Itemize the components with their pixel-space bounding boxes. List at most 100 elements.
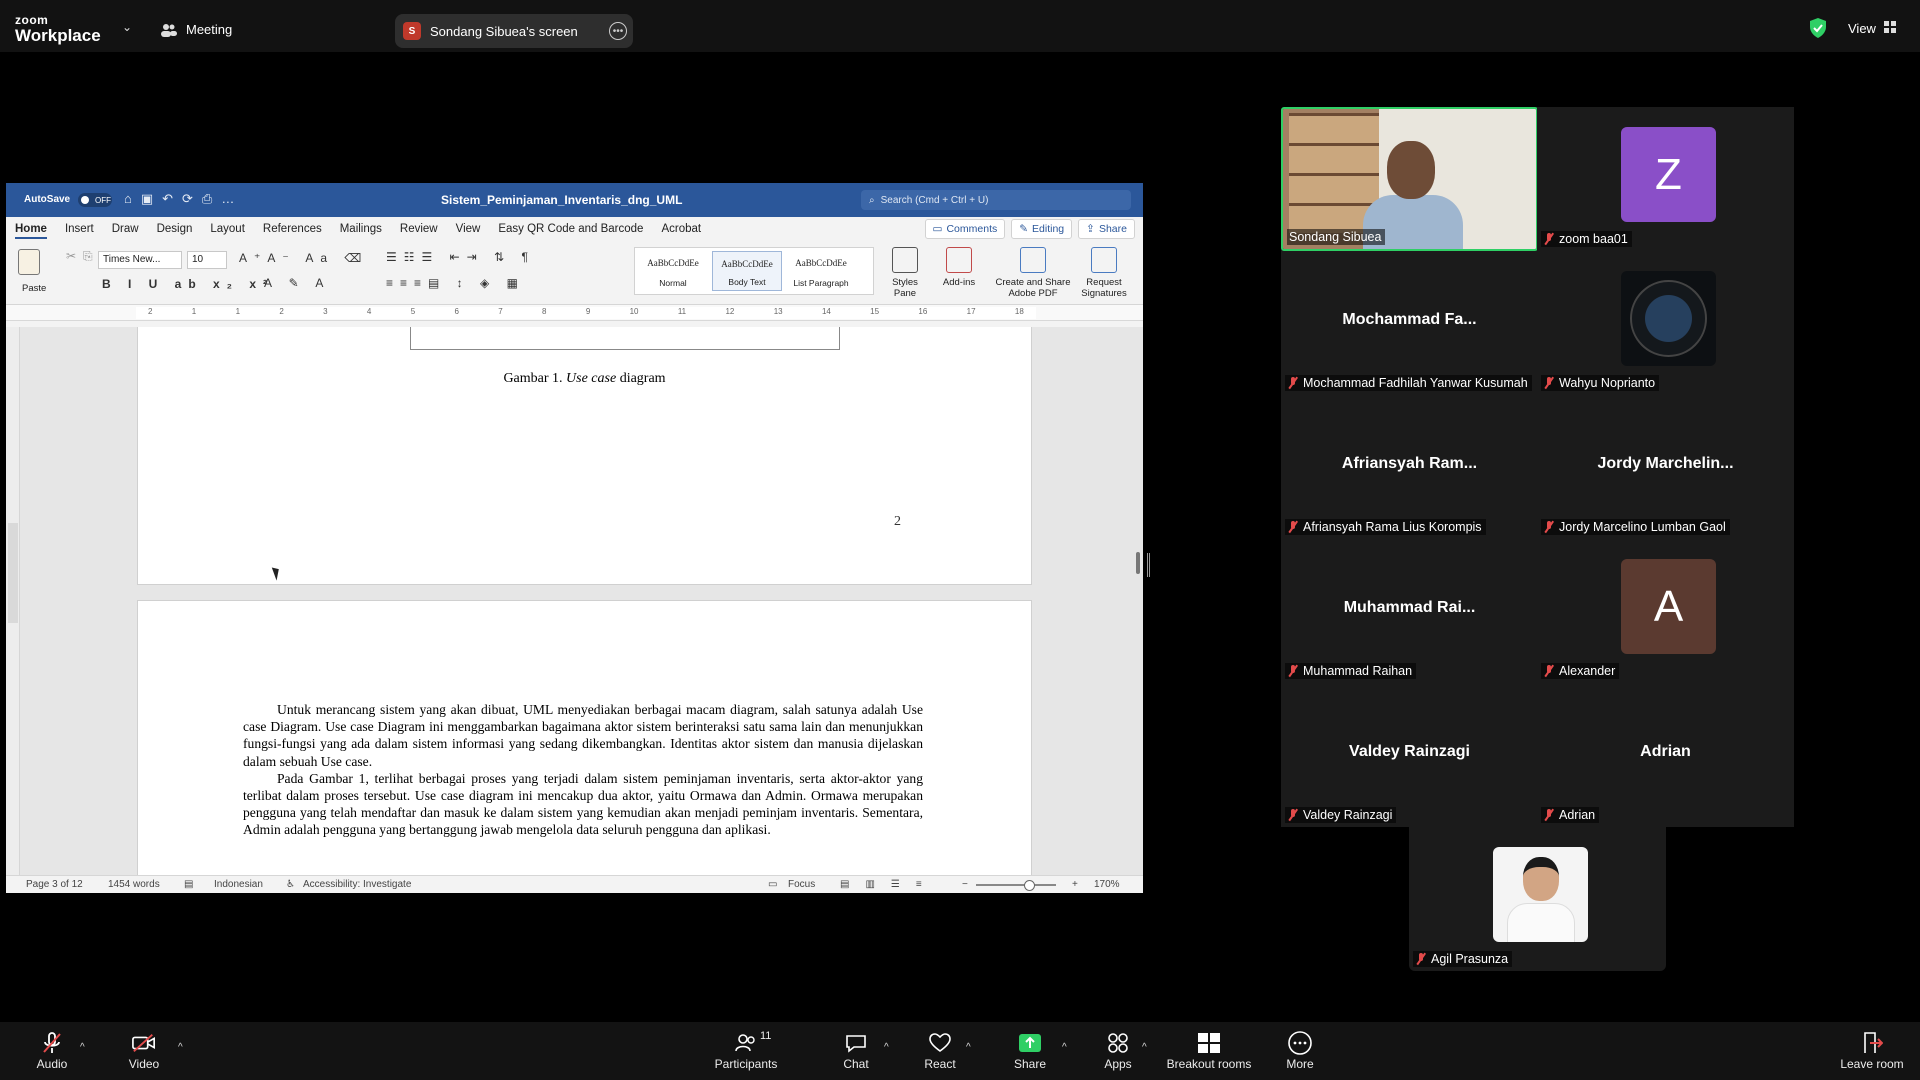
clipboard-tools-icons[interactable]: ✂⎘ (66, 249, 100, 264)
participant-display-name: Valdey Rainzagi (1349, 743, 1470, 760)
alignment-icons[interactable]: ≡≡≡▤ ↕ ◈ ▦ (386, 276, 525, 290)
font-grow-shrink-icons[interactable]: A⁺A⁻ Aa ⌫ (239, 251, 368, 265)
security-shield-icon[interactable] (1809, 18, 1827, 38)
apps-button[interactable]: Apps (1094, 1022, 1142, 1080)
leave-room-button[interactable]: Leave room (1836, 1022, 1908, 1080)
participant-name: Alexander (1541, 663, 1620, 679)
addins-button[interactable]: Add-ins (936, 247, 982, 288)
document-page-2[interactable]: Gambar 1. Use case diagram 2 (137, 327, 1032, 585)
document-page-3[interactable]: Untuk merancang sistem yang akan dibuat,… (137, 600, 1032, 875)
grid-view-icon[interactable] (1884, 21, 1896, 33)
zoom-level[interactable]: 170% (1094, 879, 1120, 890)
tab-home[interactable]: Home (6, 217, 56, 241)
horizontal-ruler[interactable]: 2 1 1 2 3 4 5 6 7 8 9 10 11 12 13 14 15 16 17 18 (6, 305, 1143, 321)
breakout-rooms-button[interactable]: Breakout rooms (1162, 1022, 1256, 1080)
screen-share-indicator[interactable]: S Sondang Sibuea's screen ••• (395, 14, 633, 48)
view-label[interactable]: View (1848, 21, 1876, 36)
audio-button[interactable]: Audio (28, 1022, 76, 1080)
request-signatures-button[interactable]: Request Signatures (1074, 247, 1134, 299)
font-format-icons[interactable]: B I U ab x₂ x² (102, 277, 274, 291)
apps-options-chevron-icon[interactable]: ^ (1142, 1042, 1147, 1053)
styles-pane-button[interactable]: Styles Pane (882, 247, 928, 299)
ruler-tick-label: 3 (323, 307, 328, 316)
page-count[interactable]: Page 3 of 12 (26, 879, 83, 890)
view-mode-icons[interactable]: ▤▥☰≡ (840, 879, 938, 890)
document-canvas[interactable]: Gambar 1. Use case diagram 2 Untuk meran… (6, 327, 1143, 875)
word-count[interactable]: 1454 words (108, 879, 160, 890)
font-size-select[interactable]: 10 (187, 251, 227, 269)
quick-access-icons[interactable]: ⌂▣↶⟳⎙… (124, 191, 243, 207)
accessibility-status[interactable]: Accessibility: Investigate (303, 879, 411, 890)
zoom-workplace-logo[interactable]: zoom Workplace (15, 14, 101, 44)
style-body-text[interactable]: AaBbCcDdEe Body Text (712, 251, 782, 291)
comments-button[interactable]: ▭ Comments (924, 219, 1006, 239)
style-normal[interactable]: AaBbCcDdEe Normal (638, 251, 708, 291)
tab-references[interactable]: References (254, 217, 331, 241)
meeting-menu[interactable]: Meeting (160, 22, 232, 37)
participant-tile[interactable]: Muhammad Rai... Muhammad Raihan (1281, 539, 1538, 683)
tab-layout[interactable]: Layout (201, 217, 254, 241)
muted-mic-icon (1287, 521, 1299, 533)
caption-suffix: diagram (616, 371, 666, 386)
participant-tile[interactable]: Z zoom baa01 (1537, 107, 1794, 251)
document-title[interactable]: Sistem_Peminjaman_Inventaris_dng_UML (441, 193, 682, 207)
zoom-out-icon[interactable]: − (962, 879, 968, 890)
search-box[interactable]: ⌕ Search (Cmd + Ctrl + U) (861, 190, 1131, 210)
tab-easy-qr[interactable]: Easy QR Code and Barcode (489, 217, 652, 241)
zoom-in-icon[interactable]: + (1072, 879, 1078, 890)
audio-options-chevron-icon[interactable]: ^ (80, 1042, 85, 1053)
participant-tile[interactable]: Valdey Rainzagi Valdey Rainzagi (1281, 683, 1538, 827)
participant-tile[interactable]: Mochammad Fa... Mochammad Fadhilah Yanwa… (1281, 251, 1538, 395)
paste-label[interactable]: Paste (22, 283, 46, 294)
style-list-paragraph[interactable]: AaBbCcDdEe List Paragraph (786, 251, 856, 291)
participants-button[interactable]: 11 Participants (712, 1022, 780, 1080)
autosave-toggle[interactable]: OFF (78, 193, 112, 207)
shared-word-window: AutoSave OFF ⌂▣↶⟳⎙… Sistem_Peminjaman_In… (6, 183, 1143, 893)
video-options-chevron-icon[interactable]: ^ (178, 1042, 183, 1053)
tab-draw[interactable]: Draw (103, 217, 148, 241)
video-button[interactable]: Video (120, 1022, 168, 1080)
sharer-avatar-badge: S (403, 22, 421, 40)
participant-tile[interactable]: Afriansyah Ram... Afriansyah Rama Lius K… (1281, 395, 1538, 539)
focus-button[interactable]: Focus (788, 879, 815, 890)
share-doc-button[interactable]: ⇪ Share (1078, 219, 1135, 239)
figure-frame (410, 327, 840, 350)
language[interactable]: Indonesian (214, 879, 263, 890)
participant-name: Muhammad Raihan (1285, 663, 1417, 679)
more-button[interactable]: More (1276, 1022, 1324, 1080)
chat-button[interactable]: Chat (832, 1022, 880, 1080)
participant-tile[interactable]: Sondang Sibuea (1281, 107, 1538, 251)
participant-tile[interactable]: Wahyu Noprianto (1537, 251, 1794, 395)
paste-icon[interactable] (18, 249, 40, 275)
react-options-chevron-icon[interactable]: ^ (966, 1042, 971, 1053)
tab-review[interactable]: Review (391, 217, 447, 241)
tab-view[interactable]: View (447, 217, 490, 241)
zoom-slider[interactable] (976, 880, 1056, 891)
chat-options-chevron-icon[interactable]: ^ (884, 1042, 889, 1053)
split-view-handle[interactable] (1147, 553, 1150, 577)
react-button[interactable]: React (916, 1022, 964, 1080)
font-color-icons[interactable]: A ✎ A (264, 276, 330, 290)
vertical-scrollbar[interactable] (1136, 552, 1140, 574)
more-options-icon[interactable]: ••• (609, 22, 627, 40)
participant-tile[interactable]: Agil Prasunza (1409, 827, 1666, 971)
tab-acrobat[interactable]: Acrobat (652, 217, 710, 241)
proofing-icon[interactable]: ▤ (184, 879, 193, 890)
editing-button[interactable]: ✎ Editing (1011, 219, 1073, 239)
comment-icon: ▭ (932, 223, 943, 235)
create-pdf-button[interactable]: Create and Share Adobe PDF (990, 247, 1076, 299)
participant-tile[interactable]: Adrian Adrian (1537, 683, 1794, 827)
share-options-chevron-icon[interactable]: ^ (1062, 1042, 1067, 1053)
font-name-select[interactable]: Times New... (98, 251, 182, 269)
tab-mailings[interactable]: Mailings (331, 217, 391, 241)
share-button[interactable]: Share (1006, 1022, 1054, 1080)
tab-insert[interactable]: Insert (56, 217, 103, 241)
chevron-down-icon[interactable]: ⌄ (122, 20, 132, 34)
participant-tile[interactable]: A Alexander (1537, 539, 1794, 683)
muted-mic-icon (40, 1031, 64, 1054)
list-indent-icons[interactable]: ☰☷☰ ⇤⇥ ⇅ ¶ (386, 250, 535, 264)
participant-tile[interactable]: Jordy Marchelin... Jordy Marcelino Lumba… (1537, 395, 1794, 539)
body-text: Untuk merancang sistem yang akan dibuat,… (243, 701, 923, 839)
tab-design[interactable]: Design (148, 217, 202, 241)
participant-display-name: Muhammad Rai... (1343, 599, 1476, 616)
